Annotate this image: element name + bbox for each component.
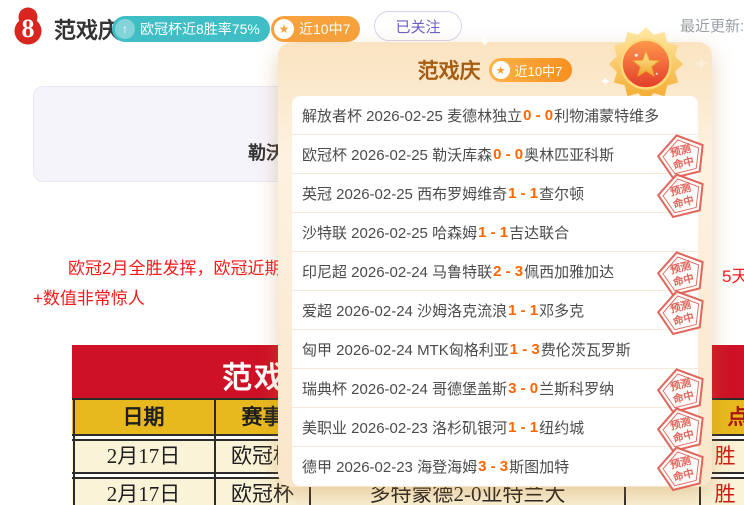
table-title-fragment: 范戏 <box>222 353 286 397</box>
match-row[interactable]: 美职业 2026-02-23 洛杉矶银河 1 - 1 纽约城 预测 命中 <box>292 408 698 447</box>
gold-medal-icon <box>607 25 685 103</box>
match-score: 2 - 3 <box>493 263 523 280</box>
expert-name: 范戏庆 <box>54 13 120 45</box>
popup-title: 范戏庆 <box>418 55 481 85</box>
match-row[interactable]: 德甲 2026-02-23 海登海姆 3 - 3 斯图加特 预测 命中 <box>292 447 698 486</box>
match-text: 解放者杯 2026-02-25 麦德林独立 <box>302 105 522 126</box>
match-away: 兰斯科罗纳 <box>539 378 614 399</box>
match-score: 1 - 1 <box>508 419 538 436</box>
match-list: 解放者杯 2026-02-25 麦德林独立 0 - 0 利物浦蒙特维多 欧冠杯 … <box>292 96 698 486</box>
cell-date: 2月17日 <box>72 439 215 474</box>
match-row[interactable]: 匈甲 2026-02-24 MTK匈格利亚 1 - 3 费伦茨瓦罗斯 <box>292 330 698 369</box>
match-text: 德甲 2026-02-23 海登海姆 <box>302 456 477 477</box>
match-text: 英冠 2026-02-25 西布罗姆维奇 <box>302 183 507 204</box>
col-header-right-fragment: 点 <box>718 398 744 436</box>
match-score: 1 - 3 <box>510 341 540 358</box>
match-away: 吉达联合 <box>509 222 569 243</box>
match-row[interactable]: 爱超 2026-02-24 沙姆洛克流浪 1 - 1 邓多克 预测 命中 <box>292 291 698 330</box>
match-away: 利物浦蒙特维多 <box>554 105 659 126</box>
expert-record-popup: 范戏庆 ★ 近10中7 ✦ ✦ ✦ <box>278 42 712 487</box>
match-away: 斯图加特 <box>509 456 569 477</box>
streak-badge: ★ 近10中7 <box>271 16 360 42</box>
match-away: 佩西加雅加达 <box>524 261 614 282</box>
match-away: 查尔顿 <box>539 183 584 204</box>
match-score: 3 - 3 <box>478 458 508 475</box>
promo-text-line2: +数值非常惊人 <box>33 284 145 309</box>
match-score: 0 - 0 <box>523 107 553 124</box>
sparkle-icon: ✦ <box>600 74 611 90</box>
last-update-label: 最近更新: <box>680 15 744 36</box>
star-icon: ★ <box>274 19 294 39</box>
sparkle-icon: ✦ <box>693 52 710 77</box>
match-row[interactable]: 英冠 2026-02-25 西布罗姆维奇 1 - 1 查尔顿 预测 命中 <box>292 174 698 213</box>
match-score: 1 - 1 <box>508 185 538 202</box>
match-text: 沙特联 2026-02-25 哈森姆 <box>302 222 477 243</box>
match-text: 瑞典杯 2026-02-24 哥德堡盖斯 <box>302 378 507 399</box>
match-score: 0 - 0 <box>493 146 523 163</box>
cell-date: 2月17日 <box>72 477 215 505</box>
match-away: 邓多克 <box>539 300 584 321</box>
match-text: 美职业 2026-02-23 洛杉矶银河 <box>302 417 507 438</box>
streak-badge-label: 近10中7 <box>299 19 350 39</box>
sparkle-icon: ✦ <box>478 32 491 52</box>
table-border <box>214 398 216 505</box>
match-row[interactable]: 瑞典杯 2026-02-24 哥德堡盖斯 3 - 0 兰斯科罗纳 预测 命中 <box>292 369 698 408</box>
popup-streak-badge-label: 近10中7 <box>515 61 563 80</box>
match-score: 3 - 0 <box>508 380 538 397</box>
match-text: 印尼超 2026-02-24 马鲁特联 <box>302 261 492 282</box>
match-row[interactable]: 解放者杯 2026-02-25 麦德林独立 0 - 0 利物浦蒙特维多 <box>292 96 698 135</box>
match-row[interactable]: 欧冠杯 2026-02-25 勒沃库森 0 - 0 奥林匹亚科斯 预测 命中 <box>292 135 698 174</box>
win-rate-badge: ↑ 欧冠杯近8胜率75% <box>112 16 270 42</box>
table-border <box>73 398 75 505</box>
star-icon: ★ <box>492 61 510 79</box>
match-away: 纽约城 <box>539 417 584 438</box>
promo-text-line1: 欧冠2月全胜发挥，欧冠近期 <box>68 254 281 279</box>
up-arrow-icon: ↑ <box>115 19 135 39</box>
popup-streak-badge: ★ 近10中7 <box>489 58 573 82</box>
promo-text-line1-tail: 5天 <box>722 262 744 287</box>
follow-button[interactable]: 已关注 <box>374 11 462 41</box>
col-header-date: 日期 <box>72 398 215 436</box>
win-rate-badge-label: 欧冠杯近8胜率75% <box>140 19 260 39</box>
match-score: 1 - 1 <box>478 224 508 241</box>
match-row[interactable]: 沙特联 2026-02-25 哈森姆 1 - 1 吉达联合 <box>292 213 698 252</box>
site-logo-icon: 8 <box>10 6 46 46</box>
match-text: 匈甲 2026-02-24 MTK匈格利亚 <box>302 339 509 360</box>
logo-digit: 8 <box>22 14 35 43</box>
match-row[interactable]: 印尼超 2026-02-24 马鲁特联 2 - 3 佩西加雅加达 预测 命中 <box>292 252 698 291</box>
match-text: 爱超 2026-02-24 沙姆洛克流浪 <box>302 300 507 321</box>
match-text: 欧冠杯 2026-02-25 勒沃库森 <box>302 144 492 165</box>
match-away: 奥林匹亚科斯 <box>524 144 614 165</box>
match-score: 1 - 1 <box>508 302 538 319</box>
match-away: 费伦茨瓦罗斯 <box>541 339 631 360</box>
